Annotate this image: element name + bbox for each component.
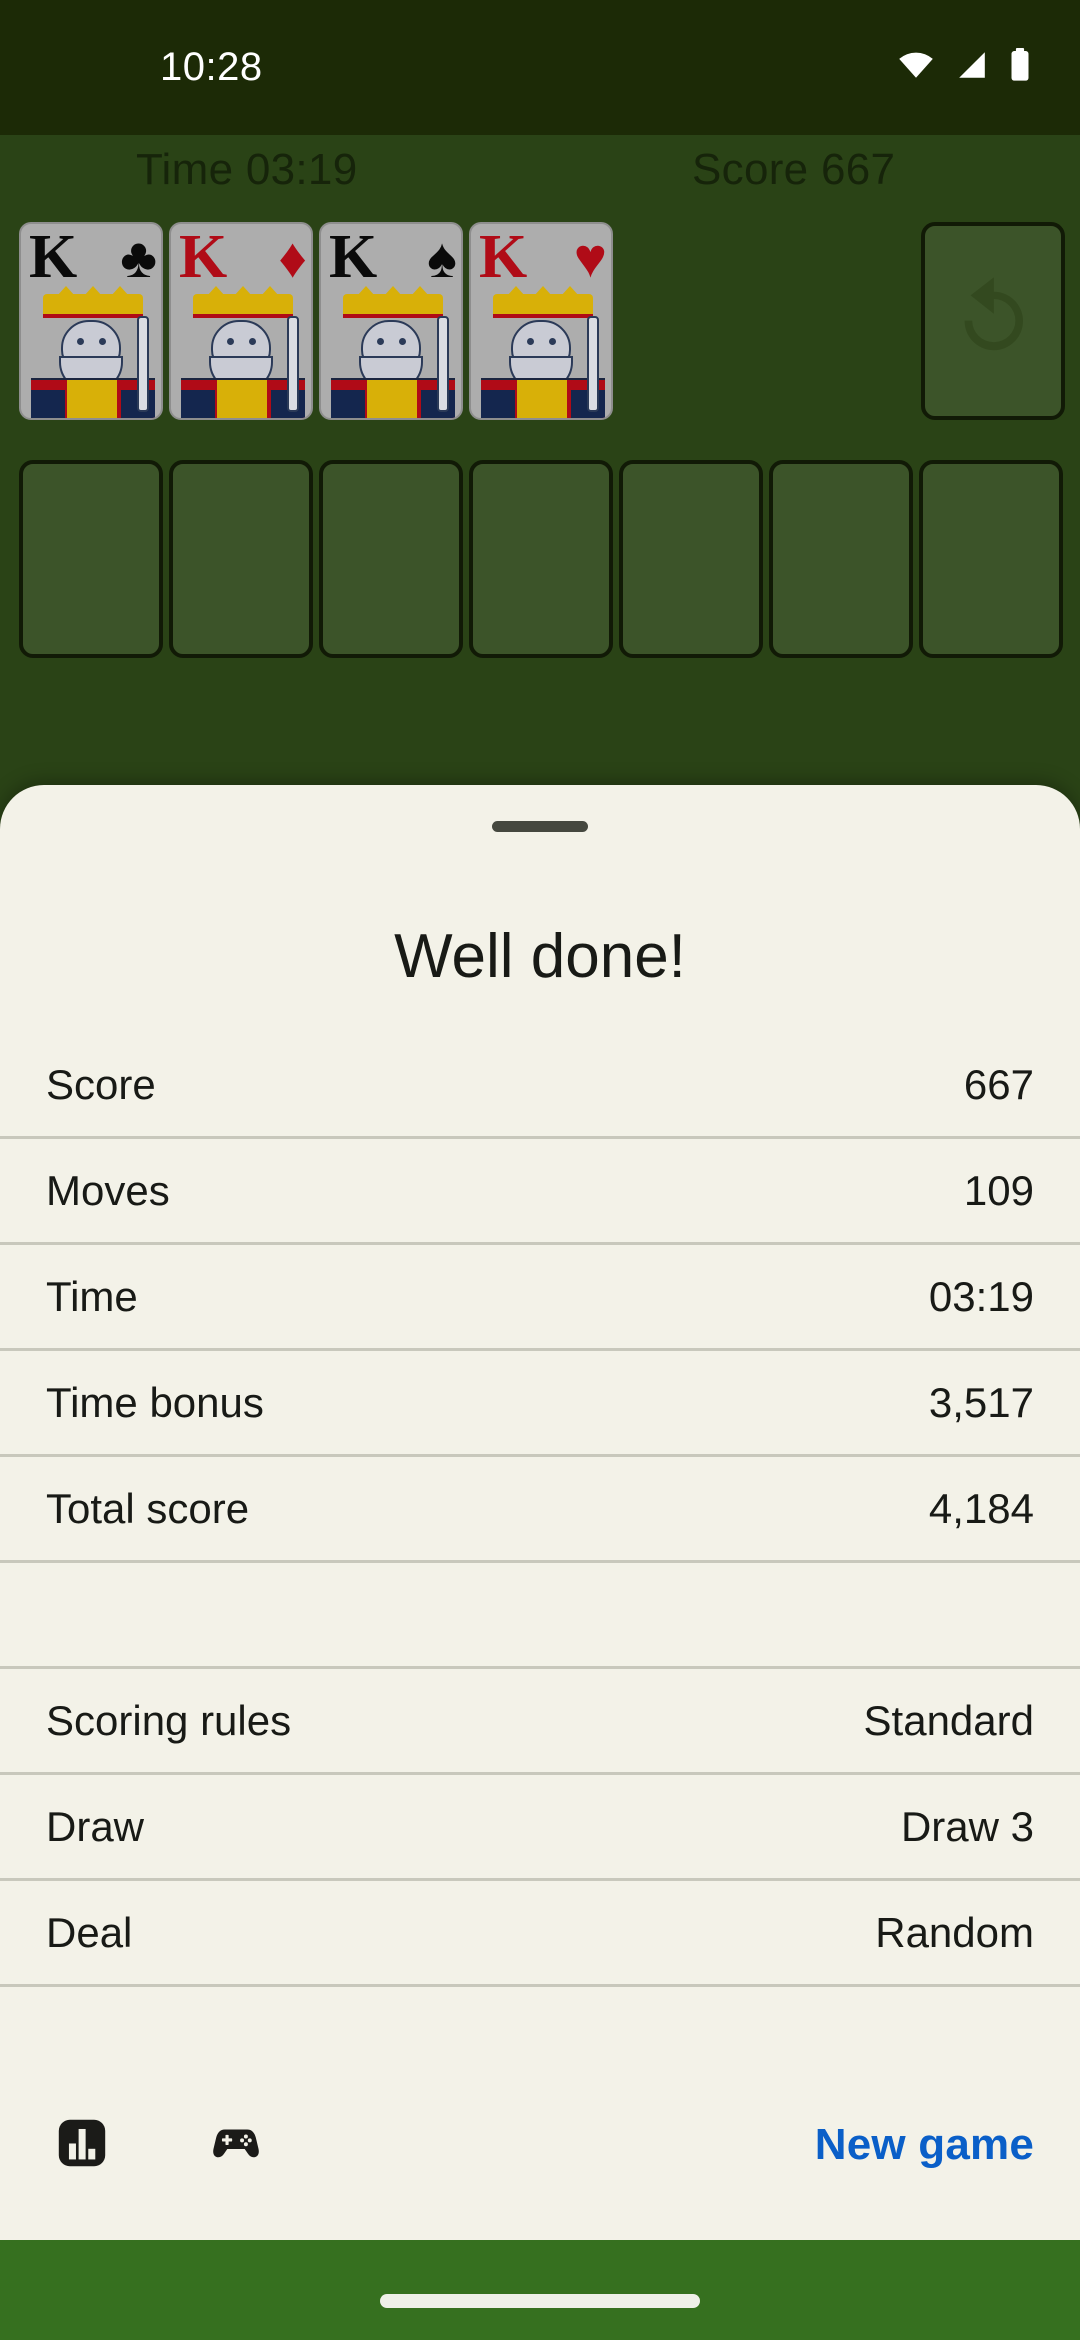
king-illustration	[321, 286, 461, 418]
king-illustration	[171, 286, 311, 418]
stat-row-time: Time 03:19	[0, 1245, 1080, 1351]
cellular-signal-icon	[954, 49, 990, 86]
stat-label: Moves	[46, 1166, 170, 1214]
king-sword	[287, 316, 299, 412]
stat-label: Deal	[46, 1908, 133, 1956]
crown-shape	[343, 286, 443, 318]
diamond-suit-icon: ♦	[278, 226, 307, 289]
undo-button[interactable]	[921, 222, 1065, 420]
foundation-card-hearts[interactable]: K ♥	[469, 222, 613, 420]
bar-chart-icon	[53, 2114, 111, 2177]
android-status-bar: 10:28	[0, 0, 1080, 135]
card-rank: K	[179, 223, 228, 291]
stat-value: 03:19	[928, 1272, 1034, 1320]
sheet-action-bar: New game	[0, 2050, 1080, 2240]
foundation-piles: K ♣ K ♦ K ♠ K ♥	[0, 222, 1080, 422]
spade-suit-icon: ♠	[427, 226, 457, 289]
card-rank: K	[479, 223, 528, 291]
stat-row-deal[interactable]: Deal Random	[0, 1881, 1080, 1987]
result-stats-list: Score 667 Moves 109 Time 03:19 Time bonu…	[0, 1033, 1080, 1987]
crown-shape	[43, 286, 143, 318]
crown-shape	[193, 286, 293, 318]
wifi-icon	[896, 49, 936, 86]
stat-value: Random	[875, 1908, 1034, 1956]
statistics-button[interactable]	[46, 2109, 118, 2181]
battery-icon	[1008, 48, 1032, 87]
stat-label: Time	[46, 1272, 138, 1320]
stat-row-draw[interactable]: Draw Draw 3	[0, 1775, 1080, 1881]
stat-label: Total score	[46, 1484, 250, 1532]
tableau-slot-7[interactable]	[919, 460, 1063, 658]
card-rank: K	[29, 223, 78, 291]
stat-row-spacer	[0, 1563, 1080, 1669]
foundation-card-clubs[interactable]: K ♣	[19, 222, 163, 420]
stat-row-scoring-rules[interactable]: Scoring rules Standard	[0, 1669, 1080, 1775]
foundation-card-spades[interactable]: K ♠	[319, 222, 463, 420]
time-display: Time 03:19	[136, 145, 358, 194]
tableau-slot-1[interactable]	[19, 460, 163, 658]
tableau-piles	[0, 460, 1080, 658]
new-game-button[interactable]: New game	[815, 2120, 1034, 2170]
game-header: Time 03:19 Score 667	[0, 145, 1080, 215]
stat-row-total-score: Total score 4,184	[0, 1457, 1080, 1563]
stat-value: 667	[963, 1060, 1034, 1108]
king-sword	[137, 316, 149, 412]
stat-value: Standard	[863, 1696, 1034, 1744]
stat-label: Scoring rules	[46, 1696, 292, 1744]
stat-value: 3,517	[928, 1378, 1034, 1426]
stat-label: Time bonus	[46, 1378, 264, 1426]
gamepad-icon	[207, 2114, 265, 2177]
stat-row-moves: Moves 109	[0, 1139, 1080, 1245]
undo-icon	[945, 271, 1041, 372]
king-illustration	[21, 286, 161, 418]
stat-label: Draw	[46, 1802, 145, 1850]
stat-value: 4,184	[928, 1484, 1034, 1532]
crown-shape	[493, 286, 593, 318]
game-result-bottom-sheet: Well done! Score 667 Moves 109 Time 03:1…	[0, 785, 1080, 2240]
king-sword	[437, 316, 449, 412]
games-button[interactable]	[200, 2109, 272, 2181]
stat-value: Draw 3	[900, 1802, 1034, 1850]
sheet-drag-handle[interactable]	[492, 821, 588, 832]
king-sword	[587, 316, 599, 412]
stat-row-score: Score 667	[0, 1033, 1080, 1139]
stat-label: Score	[46, 1060, 156, 1108]
sheet-title: Well done!	[394, 922, 686, 991]
king-illustration	[471, 286, 611, 418]
score-display: Score 667	[692, 145, 896, 194]
stat-value: 109	[963, 1166, 1034, 1214]
foundation-card-diamonds[interactable]: K ♦	[169, 222, 313, 420]
android-navigation-bar	[0, 2240, 1080, 2340]
tableau-slot-4[interactable]	[469, 460, 613, 658]
gesture-home-pill[interactable]	[380, 2294, 700, 2308]
tableau-slot-3[interactable]	[319, 460, 463, 658]
tableau-slot-2[interactable]	[169, 460, 313, 658]
tableau-slot-6[interactable]	[769, 460, 913, 658]
status-bar-clock: 10:28	[160, 45, 263, 89]
tableau-slot-5[interactable]	[619, 460, 763, 658]
stat-row-time-bonus: Time bonus 3,517	[0, 1351, 1080, 1457]
card-rank: K	[329, 223, 378, 291]
status-bar-icons	[896, 48, 1032, 87]
heart-suit-icon: ♥	[573, 226, 607, 289]
club-suit-icon: ♣	[120, 226, 157, 289]
